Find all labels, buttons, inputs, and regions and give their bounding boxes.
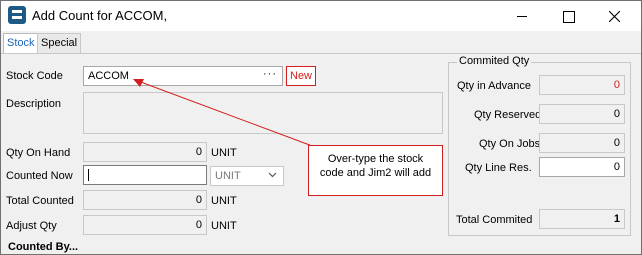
annotation-callout: Over-type the stock code and Jim2 will a… (308, 145, 443, 196)
annotation-arrow (133, 79, 316, 148)
add-count-window: Add Count for ACCOM, Stock Special Stock… (0, 0, 642, 255)
